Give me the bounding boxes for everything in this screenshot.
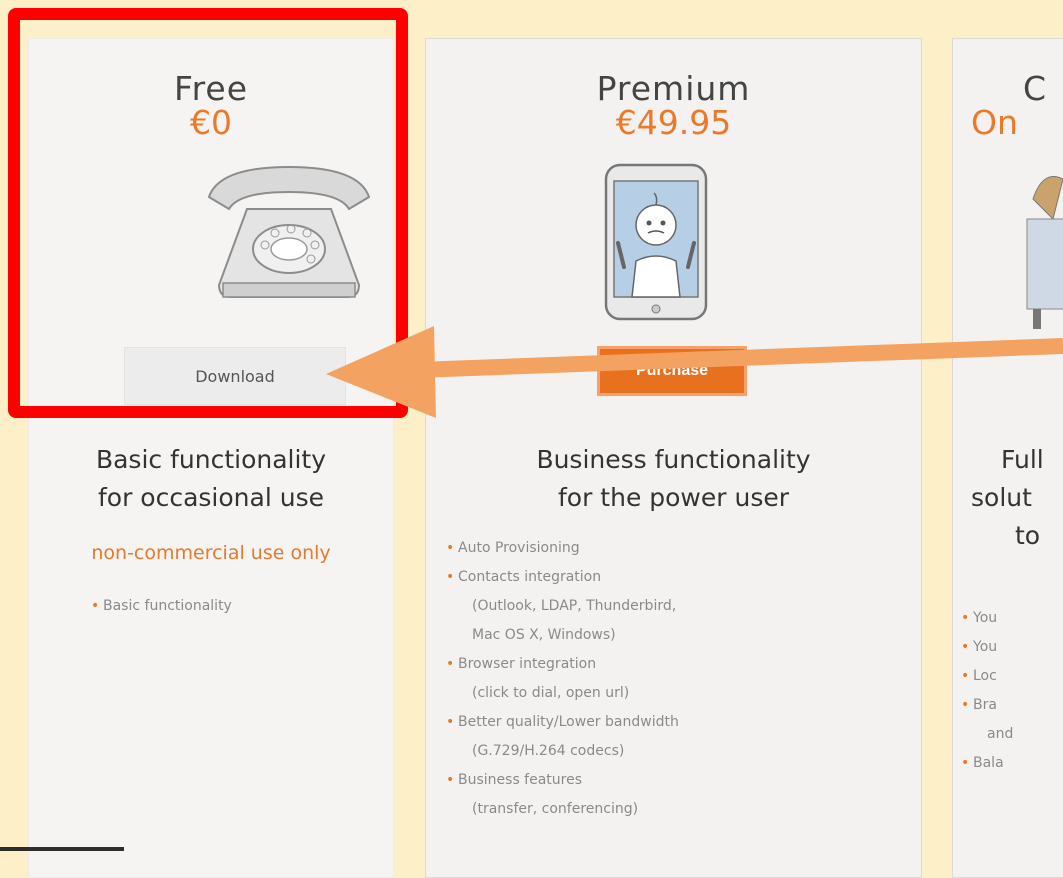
arrow-annotation-icon bbox=[326, 326, 1063, 418]
bottom-bar bbox=[0, 847, 124, 851]
